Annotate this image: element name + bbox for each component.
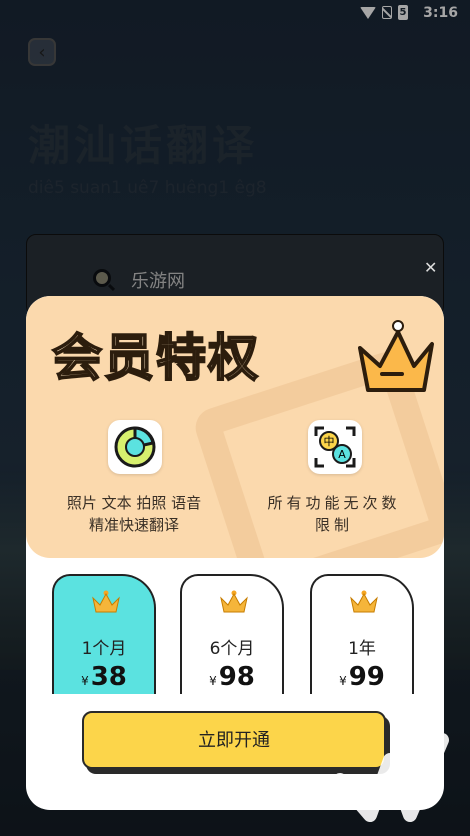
plan-name: 1个月 — [81, 639, 127, 659]
crown-icon — [220, 590, 248, 613]
currency-symbol: ¥ — [209, 674, 217, 688]
plan-price-value: 38 — [90, 662, 127, 692]
perk-icon-translate-media — [108, 420, 162, 474]
plan-price: ¥38 — [54, 662, 154, 692]
plan-price: ¥98 — [182, 662, 282, 692]
plan-card-6-months[interactable]: 6个月 ¥98 — [180, 574, 284, 694]
plan-name: 1年 — [348, 639, 376, 659]
modal-title: 会员特权 — [51, 328, 260, 388]
plan-card-1-month[interactable]: 1个月 ¥38 — [52, 574, 156, 694]
pie-chart-icon — [114, 426, 156, 468]
crown-icon — [358, 320, 434, 392]
crown-icon — [92, 590, 120, 613]
translate-icon-label-zh: 中 — [324, 435, 335, 448]
close-icon[interactable]: ✕ — [424, 258, 437, 277]
translate-icon: 中 A — [314, 426, 356, 468]
perk-panel: 会员特权 中 A 照片 文本 拍照 语音 精准快速翻译 所有功能无次数 限制 — [26, 296, 444, 558]
currency-symbol: ¥ — [339, 674, 347, 688]
translate-icon-label-en: A — [338, 448, 346, 461]
perk-text-translate: 照片 文本 拍照 语音 精准快速翻译 — [44, 492, 224, 536]
perk-text-line: 限制 — [314, 516, 353, 534]
plan-price-value: 99 — [348, 662, 385, 692]
site-logo-watermark — [333, 733, 449, 822]
plan-name: 6个月 — [209, 639, 255, 659]
currency-symbol: ¥ — [81, 674, 89, 688]
crown-icon — [350, 590, 378, 613]
perk-text-line: 照片 文本 拍照 语音 — [66, 494, 202, 512]
perk-text-line: 所有功能无次数 — [267, 494, 401, 512]
perk-text-unlimited: 所有功能无次数 限制 — [244, 492, 424, 536]
plan-price: ¥99 — [312, 662, 412, 692]
plan-price-value: 98 — [218, 662, 255, 692]
perk-icon-unlimited: 中 A — [308, 420, 362, 474]
perk-text-line: 精准快速翻译 — [88, 516, 179, 534]
plan-card-1-year[interactable]: 1年 ¥99 — [310, 574, 414, 694]
